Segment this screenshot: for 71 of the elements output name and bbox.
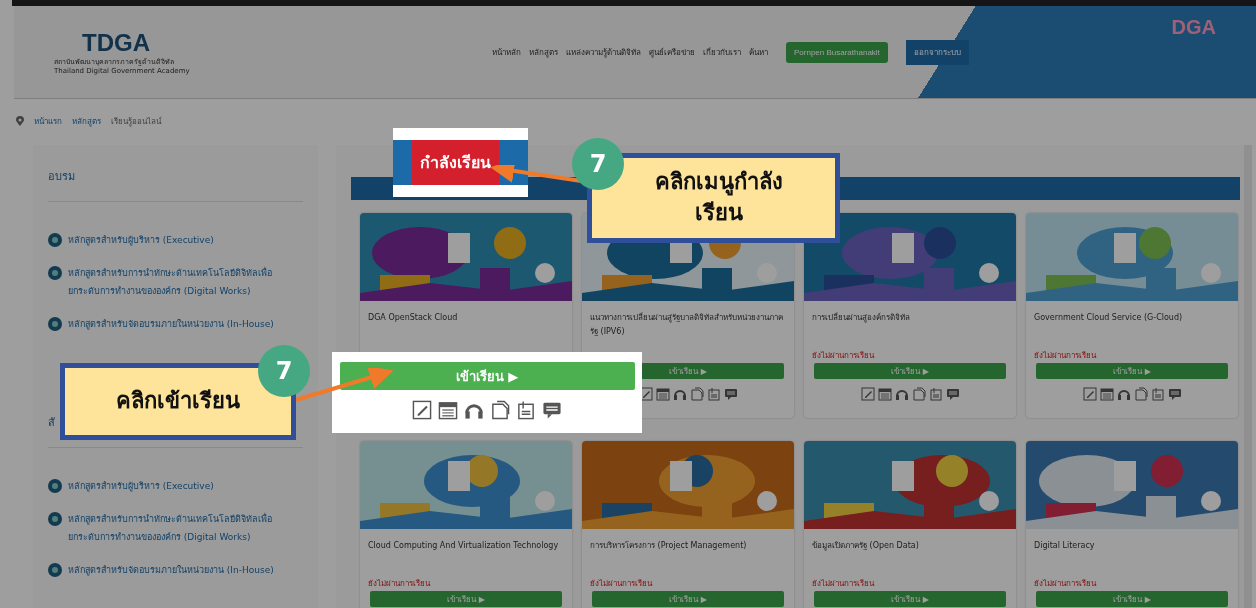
user-button[interactable]: Pornpen Busarathanakit <box>786 41 888 63</box>
edit-icon <box>412 400 432 420</box>
breadcrumb-item[interactable]: หน้าแรก <box>34 114 62 128</box>
sidebar-heading: อบรม <box>48 167 303 202</box>
enter-button[interactable]: เข้าเรียน ▶ <box>1036 591 1228 607</box>
headphones-icon <box>672 387 687 401</box>
location-icon <box>16 116 24 126</box>
nav-link[interactable]: ศูนย์เครือข่าย <box>649 45 695 59</box>
course-icon <box>48 317 62 331</box>
document-icon <box>928 387 943 401</box>
course-title: Government Cloud Service (G-Cloud) <box>1033 312 1184 324</box>
course-status: ยังไม่ผ่านการเรียน <box>811 578 876 589</box>
course-icon <box>48 479 62 493</box>
headphones-icon <box>1116 387 1131 401</box>
course-title: แนวทางการเปลี่ยนผ่านสู่รัฐบาลดิจิทัลสำหรับหน่วยงานภาครัฐ (IPV6) <box>589 311 784 338</box>
edit-icon <box>1082 387 1097 401</box>
calendar-icon <box>655 387 670 401</box>
course-icon <box>48 233 62 247</box>
breadcrumb-item: เรียนรู้ออนไลน์ <box>111 115 161 128</box>
course-status: ยังไม่ผ่านการเรียน <box>1033 578 1098 589</box>
enter-button[interactable]: เข้าเรียน ▶ <box>592 591 784 607</box>
document-icon <box>516 400 536 420</box>
document-icon <box>911 387 926 401</box>
course-icon <box>48 563 62 577</box>
breadcrumb-item[interactable]: หลักสูตร <box>72 114 101 128</box>
sidebar-item[interactable]: หลักสูตรสำหรับผู้บริหาร (Executive) <box>68 231 214 249</box>
chat-icon <box>723 387 738 401</box>
headphones-icon <box>894 387 909 401</box>
brand-logo: DGA <box>1171 16 1216 39</box>
calendar-icon <box>877 387 892 401</box>
logout-button[interactable]: ออกจากระบบ <box>905 39 969 65</box>
sidebar-item[interactable]: หลักสูตรสำหรับจัดอบรมภายในหน่วยงาน (In-House) <box>68 315 274 333</box>
course-icon <box>48 266 62 280</box>
nav-link[interactable]: ค้นหา <box>749 45 768 59</box>
sidebar-item[interactable]: หลักสูตรสำหรับผู้บริหาร (Executive) <box>68 477 214 495</box>
nav-link[interactable]: หน้าหลัก <box>492 45 521 59</box>
calendar-icon <box>438 400 458 420</box>
enter-button[interactable]: เข้าเรียน ▶ <box>339 362 635 390</box>
nav-link[interactable]: หลักสูตร <box>529 45 558 59</box>
course-status: ยังไม่ผ่านการเรียน <box>367 578 432 589</box>
enter-button[interactable]: เข้าเรียน ▶ <box>1036 363 1228 379</box>
course-status: ยังไม่ผ่านการเรียน <box>589 578 654 589</box>
document-icon <box>689 387 704 401</box>
current-course-tab[interactable]: กำลังเรียน <box>412 140 499 185</box>
document-icon <box>1133 387 1148 401</box>
sidebar-item[interactable]: หลักสูตรสำหรับการนำทักษะด้านเทคโนโลยีดิจิทัลเพื่อยกระดับการทำงานขององค์กร (Digital Works) <box>68 264 278 300</box>
document-icon <box>1150 387 1165 401</box>
chat-icon <box>542 400 562 420</box>
nav-link[interactable]: แหล่งความรู้ด้านดิจิทัล <box>566 45 641 59</box>
document-icon <box>490 400 510 420</box>
document-icon <box>706 387 721 401</box>
course-icon <box>48 512 62 526</box>
enter-button[interactable]: เข้าเรียน ▶ <box>814 363 1006 379</box>
nav-link[interactable]: เกี่ยวกับเรา <box>703 45 741 59</box>
sidebar-item[interactable]: หลักสูตรสำหรับการนำทักษะด้านเทคโนโลยีดิจิทัลเพื่อยกระดับการทำงานขององค์กร (Digital Works) <box>68 510 278 546</box>
chat-icon <box>1167 387 1182 401</box>
course-title: Digital Literacy <box>1033 540 1096 552</box>
sidebar-item[interactable]: หลักสูตรสำหรับจัดอบรมภายในหน่วยงาน (In-House) <box>68 561 274 579</box>
course-status: ยังไม่ผ่านการเรียน <box>811 350 876 361</box>
enter-button[interactable]: เข้าเรียน ▶ <box>370 591 562 607</box>
course-status: ยังไม่ผ่านการเรียน <box>1033 350 1098 361</box>
calendar-icon <box>1099 387 1114 401</box>
edit-icon <box>860 387 875 401</box>
course-title: การบริหารโครงการ (Project Management) <box>589 540 748 552</box>
logo[interactable]: TDGA <box>54 29 474 57</box>
chat-icon <box>945 387 960 401</box>
course-title: ข้อมูลเปิดภาครัฐ (Open Data) <box>811 540 920 553</box>
course-title: Cloud Computing And Virtualization Technology <box>367 540 560 552</box>
enter-button[interactable]: เข้าเรียน ▶ <box>814 591 1006 607</box>
course-title: การเปลี่ยนผ่านสู่องค์กรดิจิทัล <box>811 311 911 325</box>
course-title: DGA OpenStack Cloud <box>367 312 459 324</box>
